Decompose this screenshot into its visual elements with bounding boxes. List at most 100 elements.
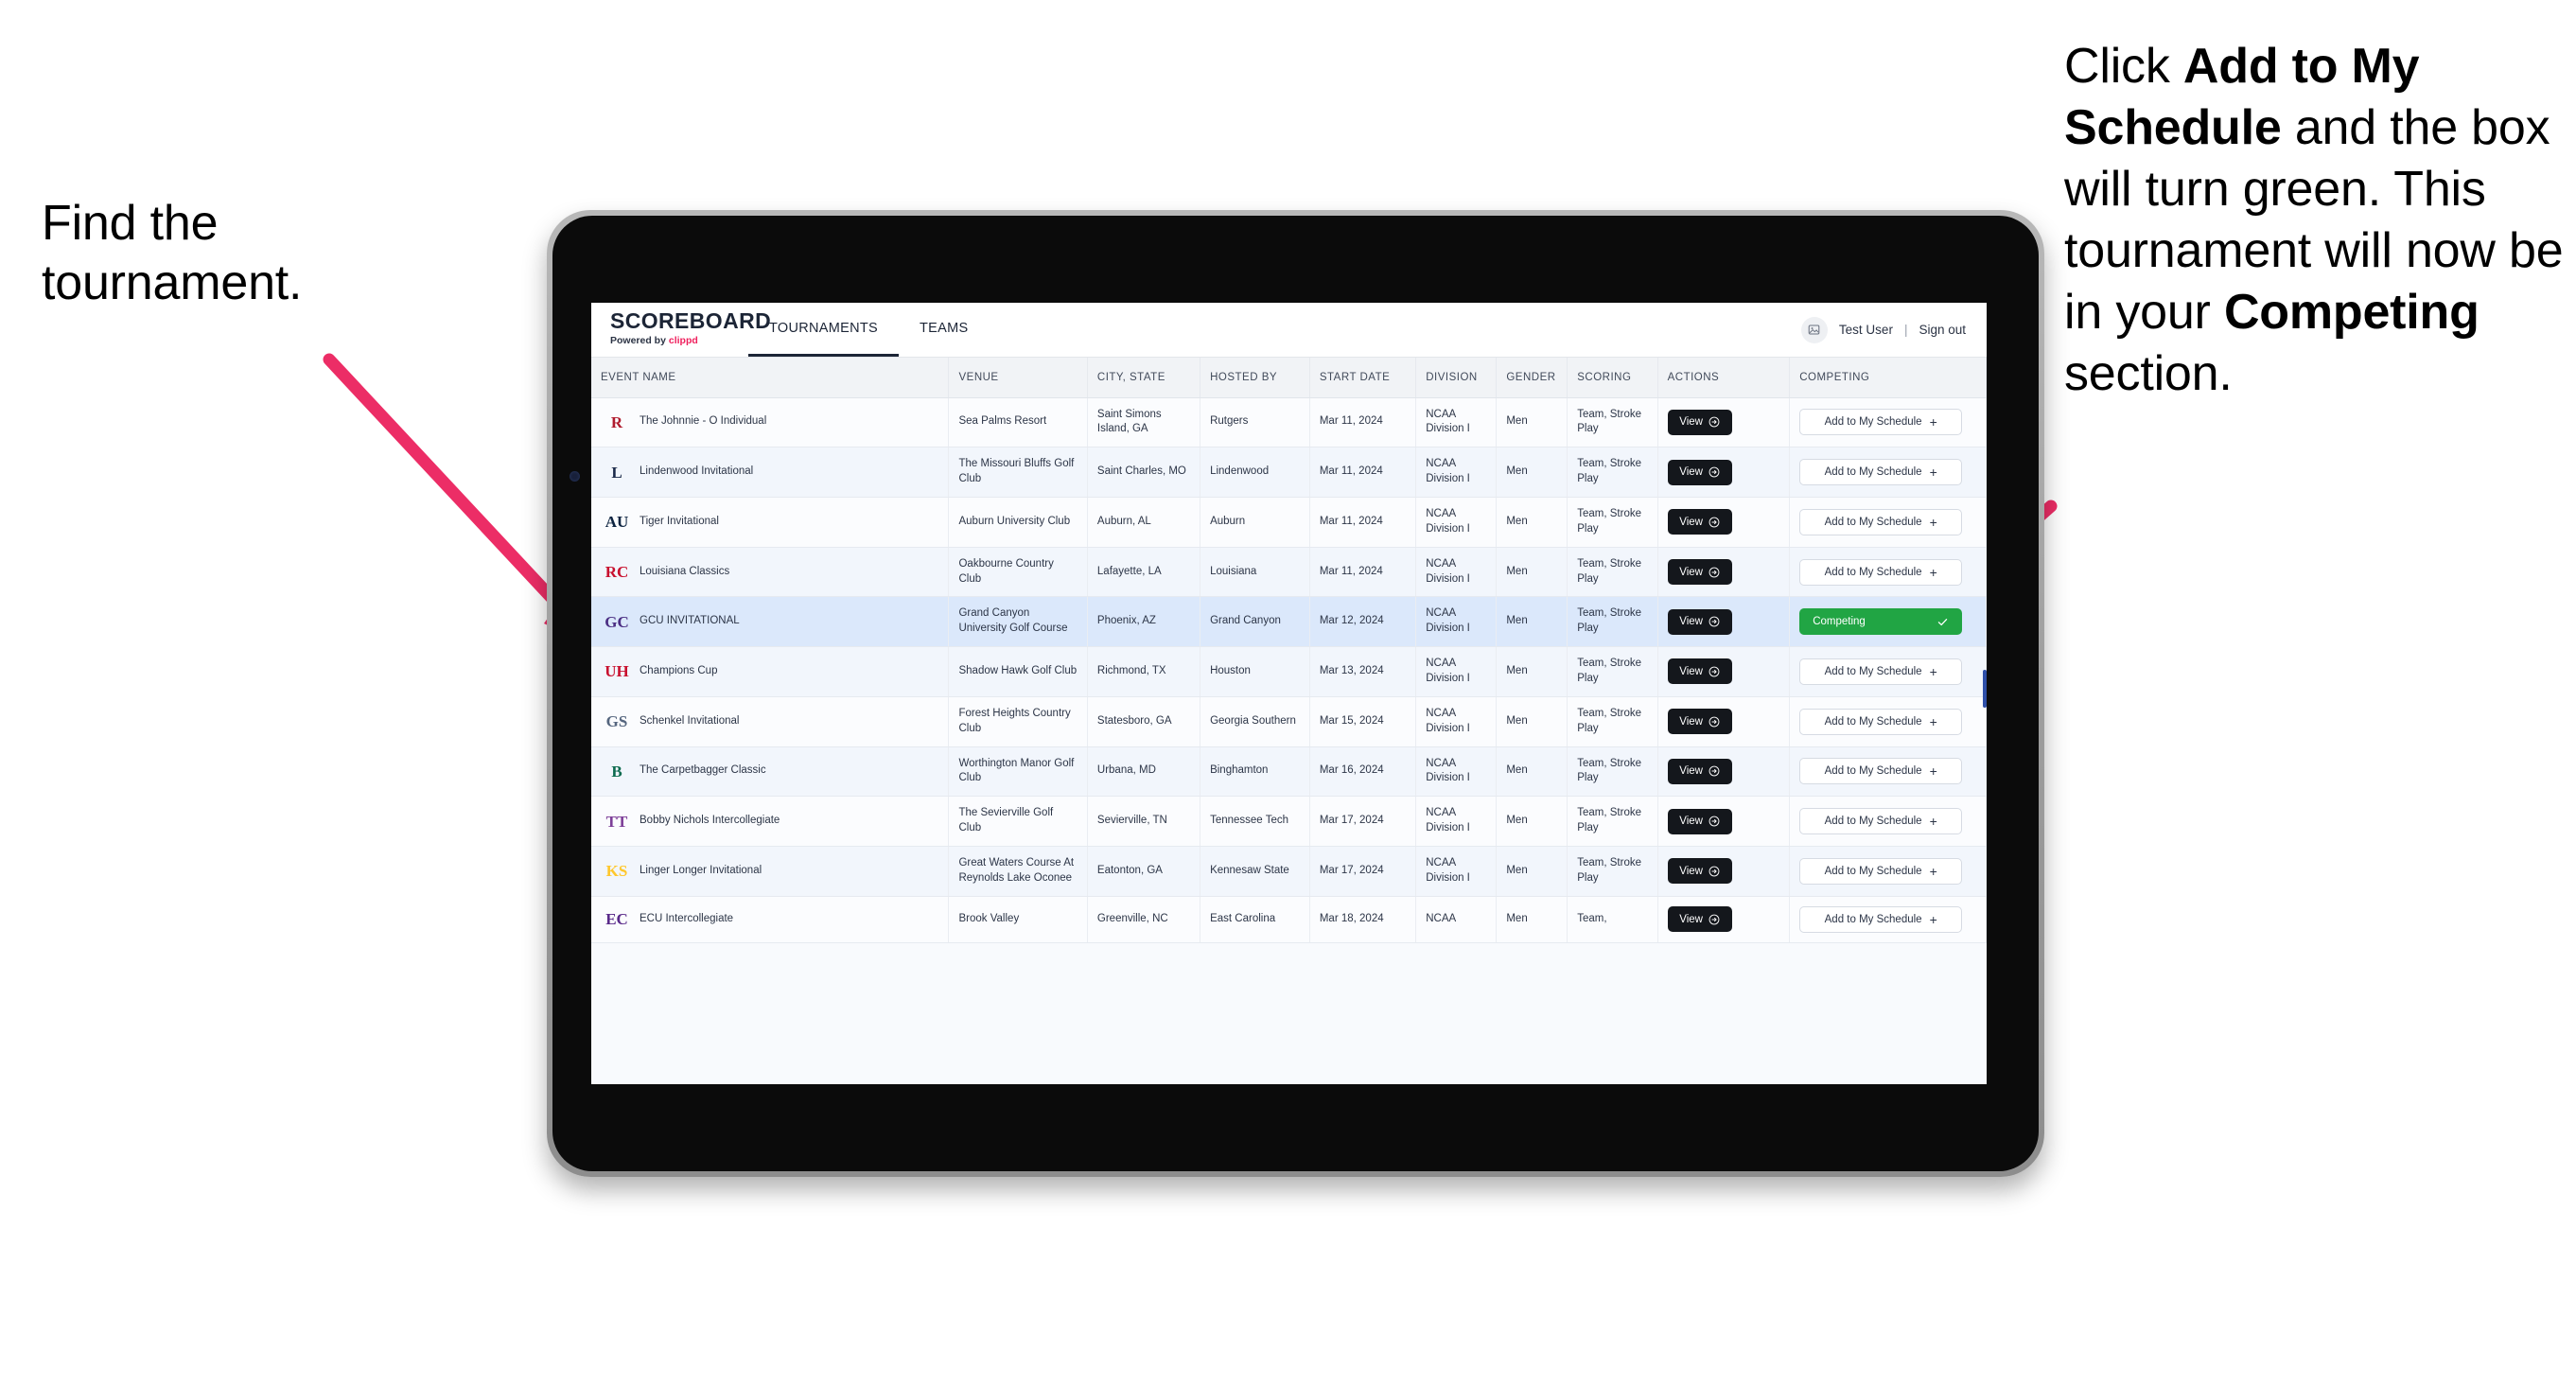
user-image-icon [1809,325,1820,335]
col-start-date[interactable]: START DATE [1309,358,1417,398]
cell-division: NCAA Division I [1415,796,1498,847]
view-button-label: View [1679,816,1703,828]
col-gender[interactable]: GENDER [1496,358,1568,398]
col-scoring[interactable]: SCORING [1567,358,1658,398]
team-logo-icon: GC [605,612,629,631]
team-logo-icon: R [610,412,623,431]
view-button[interactable]: View [1667,459,1732,485]
view-button-label: View [1679,416,1703,429]
view-button[interactable]: View [1667,906,1732,933]
table-row[interactable]: B The Carpetbagger Classic Worthington Man… [591,746,1987,798]
cell-division: NCAA Division I [1415,746,1498,798]
view-button[interactable]: View [1667,608,1732,635]
tournaments-table-wrap[interactable]: EVENT NAME VENUE CITY, STATE HOSTED BY S… [591,358,1987,1084]
cell-actions: View [1657,846,1791,897]
col-venue[interactable]: VENUE [948,358,1088,398]
col-city-state[interactable]: CITY, STATE [1087,358,1201,398]
front-camera-icon [570,471,580,482]
table-row[interactable]: AU Tiger Invitational Auburn University Cl… [591,497,1987,548]
cell-venue: Brook Valley [948,896,1088,943]
col-division[interactable]: DIVISION [1415,358,1498,398]
view-button[interactable]: View [1667,758,1732,784]
cell-event-name: KS Linger Longer Invitational [591,846,950,897]
team-logo-icon: KS [605,862,628,881]
view-button[interactable]: View [1667,858,1732,885]
table-row[interactable]: EC ECU Intercollegiate Brook Valley Greenvi… [591,896,1987,943]
arrow-right-circle-icon [1709,416,1720,428]
event-name-label: Champions Cup [640,665,718,677]
tab-tournaments[interactable]: TOURNAMENTS [748,303,900,357]
cell-scoring: Team, Stroke Play [1567,547,1658,598]
view-button[interactable]: View [1667,658,1732,685]
col-hosted-by[interactable]: HOSTED BY [1200,358,1310,398]
cell-gender: Men [1496,397,1568,448]
cell-gender: Men [1496,497,1568,548]
cell-competing: Add to My Schedule + [1789,646,1987,697]
view-button[interactable]: View [1667,709,1732,735]
view-button-label: View [1679,865,1703,877]
tab-teams[interactable]: TEAMS [899,303,989,357]
view-button[interactable]: View [1667,509,1732,535]
add-to-my-schedule-button[interactable]: Add to My Schedule + [1799,808,1963,835]
table-row[interactable]: R The Johnnie - O Individual Sea Palms Res… [591,397,1987,448]
view-button[interactable]: View [1667,409,1732,435]
event-name-label: Schenkel Invitational [640,714,740,727]
cell-hosted-by: Louisiana [1200,547,1310,598]
event-name-label: Tiger Invitational [640,515,719,527]
add-to-my-schedule-button[interactable]: Add to My Schedule + [1799,508,1963,535]
cell-start-date: Mar 15, 2024 [1309,696,1417,747]
cell-gender: Men [1496,547,1568,598]
cell-competing: Add to My Schedule + [1789,846,1987,897]
cell-hosted-by: Grand Canyon [1200,596,1310,648]
add-to-my-schedule-button[interactable]: Add to My Schedule + [1799,459,1963,486]
view-button-label: View [1679,466,1703,479]
vertical-scrollbar[interactable] [1983,670,1987,708]
cell-start-date: Mar 12, 2024 [1309,596,1417,648]
page-root: Find the tournament. Click Add to My Sch… [0,0,2576,1386]
view-button[interactable]: View [1667,559,1732,586]
event-cell-wrap: GS Schenkel Invitational [601,711,938,733]
cell-actions: View [1657,896,1791,943]
table-row[interactable]: GS Schenkel Invitational Forest Heights Co… [591,696,1987,747]
arrow-right-circle-icon [1709,567,1720,577]
cell-start-date: Mar 11, 2024 [1309,447,1417,498]
avatar[interactable] [1800,316,1828,343]
plus-icon: + [1929,564,1937,580]
cell-start-date: Mar 11, 2024 [1309,497,1417,548]
table-row[interactable]: KS Linger Longer Invitational Great Waters… [591,846,1987,897]
table-row[interactable]: GC GCU INVITATIONAL Grand Canyon Universit… [591,596,1987,648]
add-to-my-schedule-button[interactable]: Add to My Schedule + [1799,558,1963,586]
cell-event-name: R The Johnnie - O Individual [591,397,950,448]
cell-gender: Men [1496,746,1568,798]
plus-icon: + [1929,514,1937,530]
cell-city-state: Eatonton, GA [1087,846,1201,897]
event-name-label: Bobby Nichols Intercollegiate [640,815,780,827]
cell-start-date: Mar 11, 2024 [1309,397,1417,448]
table-row[interactable]: L Lindenwood Invitational The Missouri Blu… [591,447,1987,498]
add-to-my-schedule-button[interactable]: Add to My Schedule + [1799,658,1963,685]
cell-start-date: Mar 18, 2024 [1309,896,1417,943]
add-to-my-schedule-button[interactable]: Add to My Schedule + [1799,409,1963,436]
event-cell-wrap: R The Johnnie - O Individual [601,411,938,433]
cell-hosted-by: Kennesaw State [1200,846,1310,897]
sign-out-link[interactable]: Sign out [1919,323,1966,337]
add-to-my-schedule-button[interactable]: Add to My Schedule + [1799,905,1963,933]
cell-scoring: Team, Stroke Play [1567,746,1658,798]
table-row[interactable]: RC Louisiana Classics Oakbourne Country Cl… [591,547,1987,598]
event-cell-wrap: AU Tiger Invitational [601,511,938,534]
team-logo-icon: L [611,463,622,482]
cell-start-date: Mar 13, 2024 [1309,646,1417,697]
plus-icon: + [1929,911,1937,927]
table-row[interactable]: TT Bobby Nichols Intercollegiate The Sevie… [591,796,1987,847]
col-event-name[interactable]: EVENT NAME [591,358,950,398]
competing-button[interactable]: Competing [1799,608,1963,636]
table-row[interactable]: UH Champions Cup Shadow Hawk Golf Club Rich… [591,646,1987,697]
add-to-my-schedule-button[interactable]: Add to My Schedule + [1799,758,1963,785]
add-to-my-schedule-button[interactable]: Add to My Schedule + [1799,708,1963,735]
cell-actions: View [1657,447,1791,498]
plus-icon: + [1929,663,1937,679]
brand-logo[interactable]: SCOREBOARD Powered by clippd [591,303,771,357]
view-button[interactable]: View [1667,808,1732,834]
cell-venue: Shadow Hawk Golf Club [948,646,1088,697]
add-to-my-schedule-button[interactable]: Add to My Schedule + [1799,857,1963,885]
